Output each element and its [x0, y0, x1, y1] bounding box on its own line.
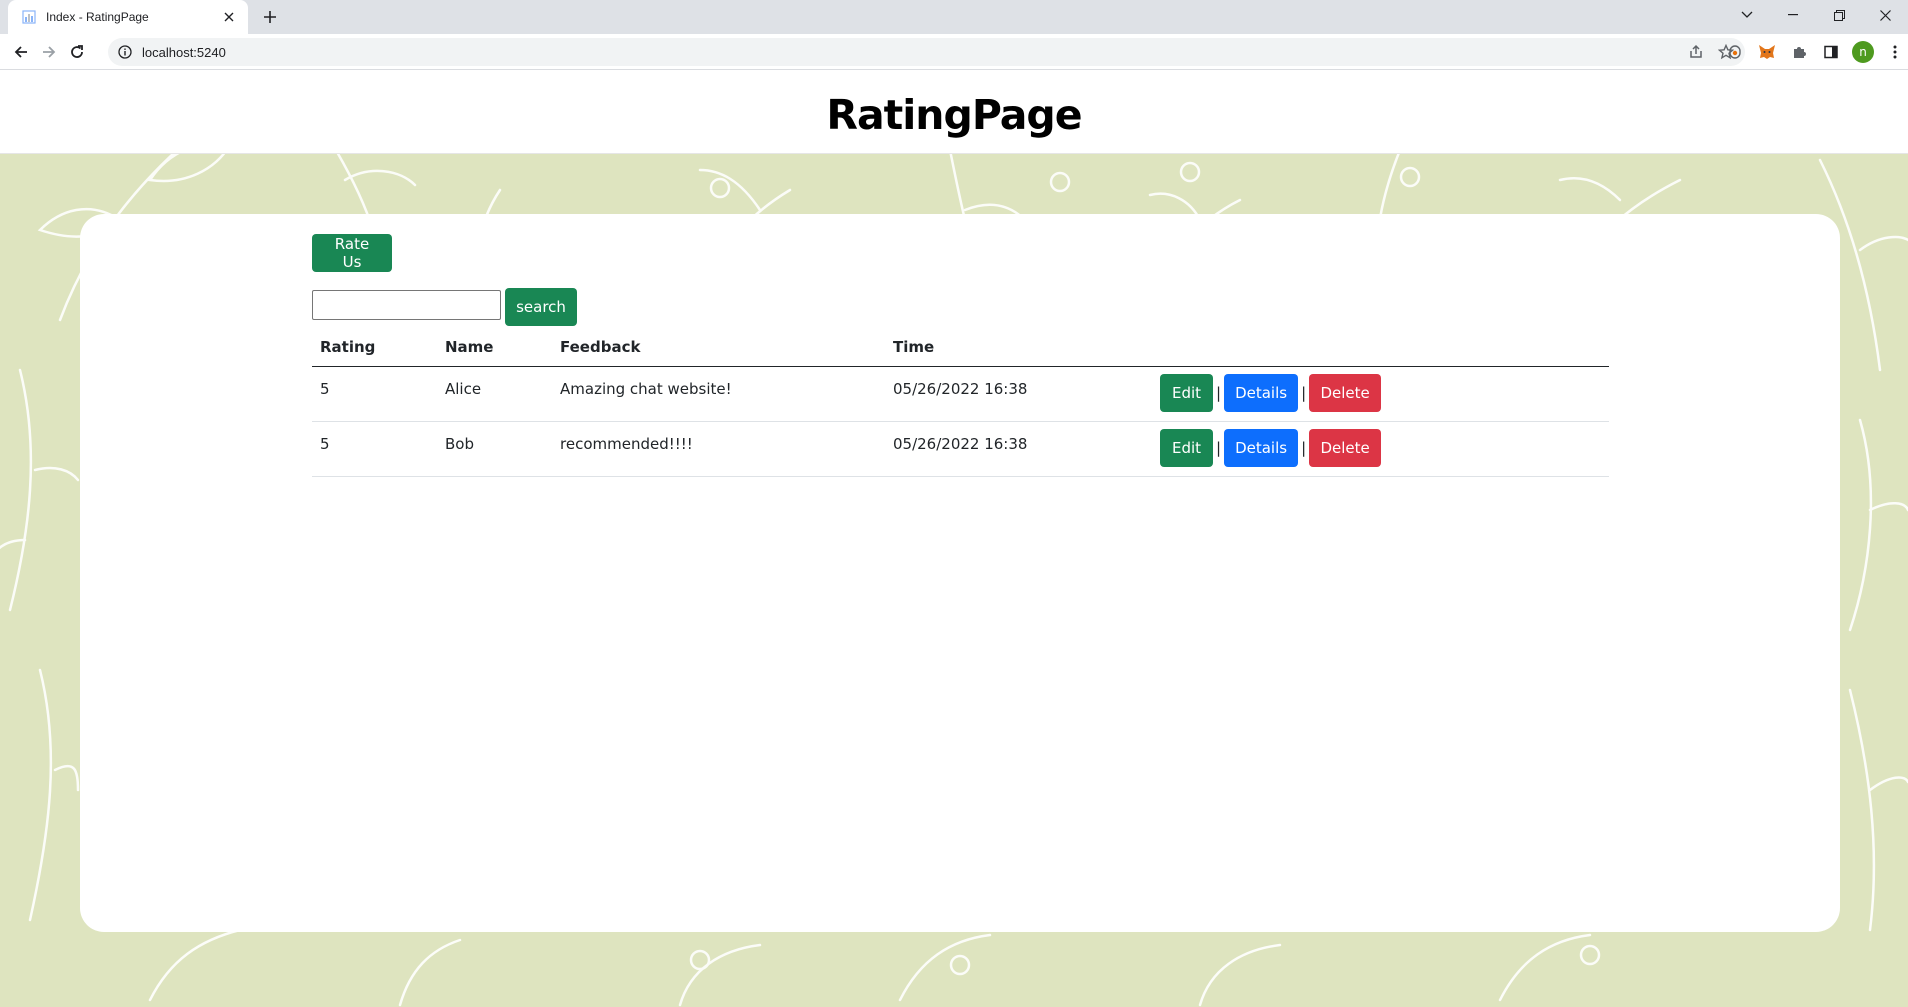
feedback-cell: Amazing chat website!	[560, 380, 732, 398]
close-window-icon[interactable]	[1862, 0, 1908, 30]
details-button[interactable]: Details	[1224, 374, 1299, 412]
forward-icon[interactable]	[35, 38, 63, 66]
restore-icon[interactable]	[1816, 0, 1862, 30]
profile-avatar[interactable]: n	[1850, 39, 1876, 65]
puzzle-icon[interactable]	[1786, 39, 1812, 65]
table-header: Rating Name Feedback Time	[312, 330, 1609, 367]
kebab-menu-icon[interactable]	[1882, 39, 1908, 65]
details-button[interactable]: Details	[1224, 429, 1299, 467]
delete-button[interactable]: Delete	[1309, 374, 1382, 412]
search-input[interactable]	[312, 290, 501, 320]
address-bar[interactable]: localhost:5240	[108, 38, 1745, 66]
separator: |	[1216, 439, 1222, 457]
time-cell: 05/26/2022 16:38	[893, 380, 1028, 398]
reload-icon[interactable]	[63, 38, 91, 66]
avatar: n	[1852, 41, 1874, 63]
back-icon[interactable]	[7, 38, 35, 66]
close-tab-icon[interactable]	[220, 8, 238, 26]
share-icon[interactable]	[1683, 39, 1709, 65]
row-actions: Edit | Details | Delete	[1160, 374, 1382, 412]
tab-title: Index - RatingPage	[46, 10, 149, 24]
separator: |	[1216, 384, 1222, 402]
delete-button[interactable]: Delete	[1309, 429, 1382, 467]
browser-tabstrip: Index - RatingPage	[0, 0, 1908, 34]
name-cell: Bob	[445, 435, 474, 453]
tab-search-icon[interactable]	[1724, 0, 1770, 30]
rating-cell: 5	[320, 380, 330, 398]
name-cell: Alice	[445, 380, 482, 398]
time-cell: 05/26/2022 16:38	[893, 435, 1028, 453]
content-card	[80, 214, 1840, 932]
feedback-cell: recommended!!!!	[560, 435, 693, 453]
row-actions: Edit | Details | Delete	[1160, 429, 1382, 467]
column-header-time: Time	[893, 338, 935, 356]
browser-tab[interactable]: Index - RatingPage	[8, 0, 248, 34]
rate-us-button[interactable]: Rate Us	[312, 234, 392, 272]
minimize-icon[interactable]	[1770, 0, 1816, 30]
column-header-feedback: Feedback	[560, 338, 641, 356]
separator: |	[1301, 439, 1307, 457]
column-header-name: Name	[445, 338, 494, 356]
browser-toolbar: localhost:5240 n	[0, 34, 1908, 70]
url-text: localhost:5240	[142, 44, 226, 60]
table-row: 5 Alice Amazing chat website! 05/26/2022…	[312, 367, 1609, 422]
site-header: RatingPage	[0, 70, 1908, 154]
edit-button[interactable]: Edit	[1160, 374, 1213, 412]
rating-cell: 5	[320, 435, 330, 453]
side-panel-icon[interactable]	[1818, 39, 1844, 65]
new-tab-icon[interactable]	[258, 6, 282, 28]
extensions-area: n	[1722, 34, 1908, 70]
separator: |	[1301, 384, 1307, 402]
metamask-icon[interactable]	[1754, 39, 1780, 65]
page-viewport: RatingPage	[0, 70, 1908, 1007]
window-controls	[1724, 0, 1908, 30]
search-button[interactable]: search	[505, 288, 577, 326]
ratings-table: Rating Name Feedback Time 5 Alice Amazin…	[312, 330, 1609, 477]
column-header-rating: Rating	[320, 338, 376, 356]
site-info-icon[interactable]	[110, 38, 140, 66]
table-row: 5 Bob recommended!!!! 05/26/2022 16:38 E…	[312, 422, 1609, 477]
page-icon	[21, 9, 37, 25]
site-title: RatingPage	[826, 90, 1082, 139]
edit-button[interactable]: Edit	[1160, 429, 1213, 467]
extension-icon[interactable]	[1722, 39, 1748, 65]
